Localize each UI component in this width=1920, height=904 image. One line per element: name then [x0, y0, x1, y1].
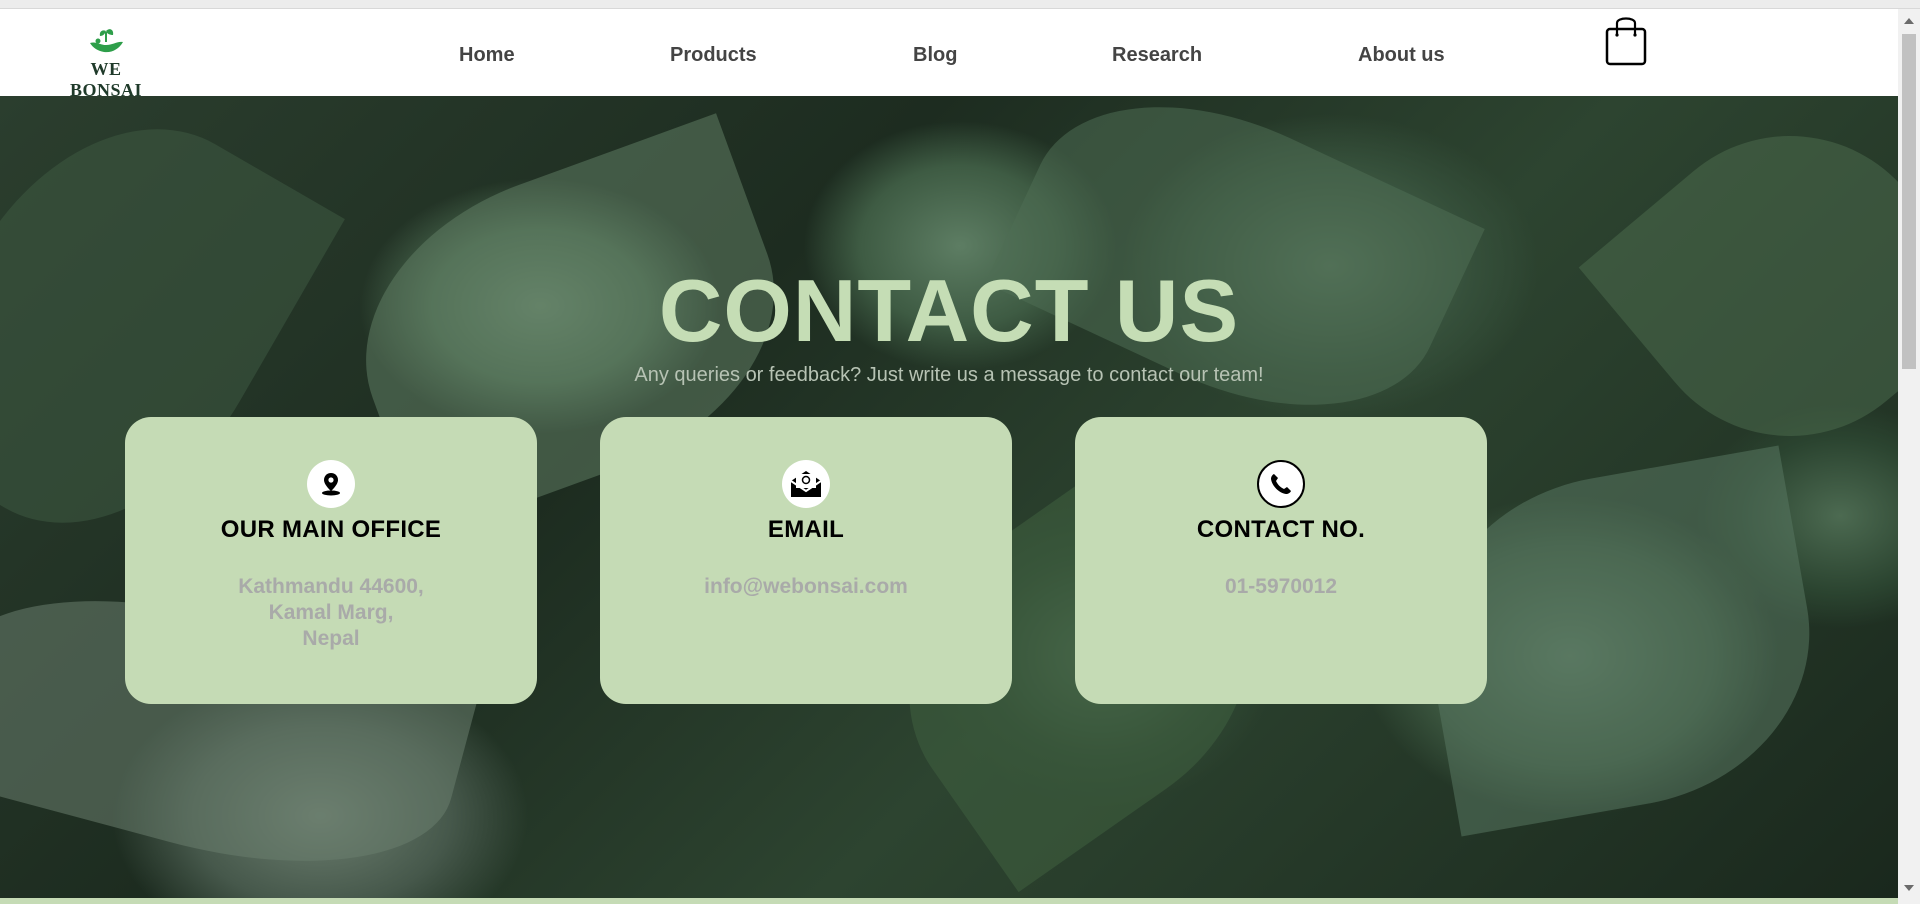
contact-number[interactable]: 01-5970012 [1075, 574, 1487, 600]
email-card: EMAIL info@webonsai.com [600, 417, 1012, 704]
office-heading: OUR MAIN OFFICE [220, 516, 442, 543]
page-scrollbar[interactable] [1898, 9, 1920, 904]
shopping-bag-icon [1605, 17, 1647, 66]
brand-name: WE BONSAI [69, 59, 143, 100]
office-card: OUR MAIN OFFICE Kathmandu 44600, Kamal M… [125, 417, 537, 704]
contact-card: CONTACT NO. 01-5970012 [1075, 417, 1487, 704]
email-heading: EMAIL [767, 516, 845, 543]
scroll-down-arrow-icon[interactable] [1904, 885, 1914, 891]
navbar: WE BONSAI Home Products Blog Research Ab… [0, 9, 1898, 100]
email-envelope-icon [782, 460, 830, 508]
nav-home[interactable]: Home [459, 44, 515, 67]
cart-button[interactable] [1604, 13, 1648, 67]
footer-strip [0, 898, 1898, 904]
bonsai-hand-icon [90, 29, 123, 53]
page-subtitle: Any queries or feedback? Just write us a… [634, 364, 1264, 386]
brand-logo[interactable]: WE BONSAI [52, 27, 160, 100]
nav-blog[interactable]: Blog [913, 44, 957, 67]
scrollbar-thumb[interactable] [1902, 34, 1916, 369]
nav-about-us[interactable]: About us [1358, 44, 1445, 67]
office-address: Kathmandu 44600, Kamal Marg, Nepal [238, 575, 424, 650]
contact-heading: CONTACT NO. [1196, 516, 1366, 543]
phone-icon [1257, 460, 1305, 508]
page-title: CONTACT US [658, 261, 1240, 360]
browser-top-line [0, 0, 1920, 9]
email-address[interactable]: info@webonsai.com [600, 574, 1012, 600]
nav-research[interactable]: Research [1112, 44, 1202, 67]
scroll-up-arrow-icon[interactable] [1904, 18, 1914, 24]
location-pin-icon [307, 460, 355, 508]
nav-products[interactable]: Products [670, 44, 757, 67]
